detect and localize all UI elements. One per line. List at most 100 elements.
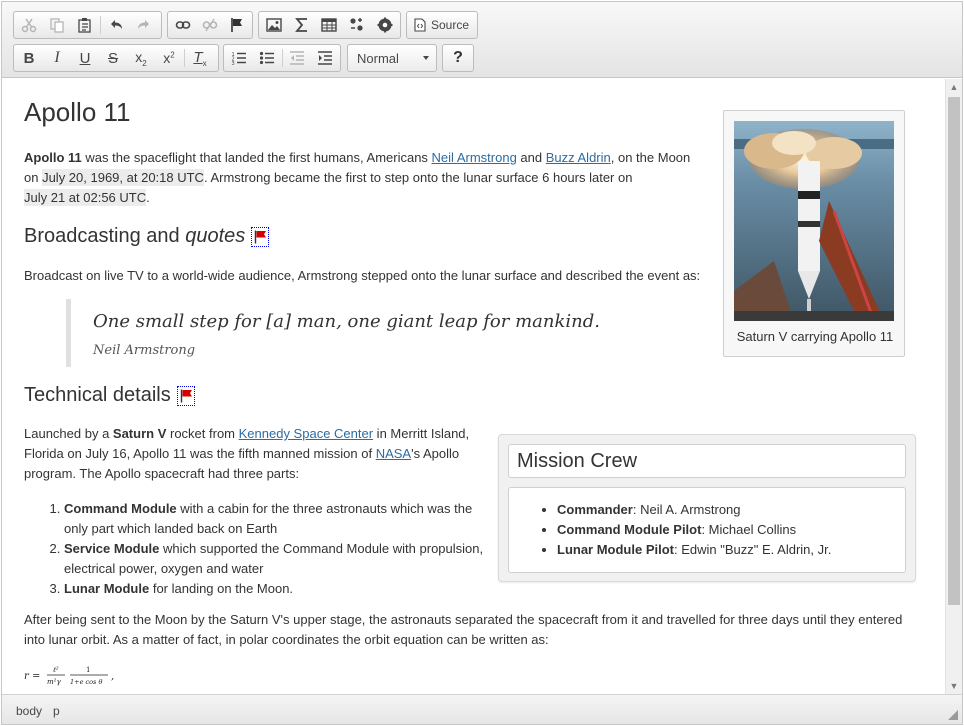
launch-text: program. The Apollo spacecraft had three…	[24, 466, 300, 481]
unlink-icon	[202, 18, 218, 32]
indent-button[interactable]	[311, 46, 339, 70]
paste-button[interactable]	[71, 13, 99, 37]
numbered-list-icon: 123	[231, 52, 246, 66]
date-moonwalk: July 21 at 02:56 UTC	[24, 189, 147, 206]
element-path-bar: body p	[2, 694, 962, 724]
launch-strong: Saturn V	[112, 426, 167, 441]
heading-broadcasting-text: Broadcasting and quotes	[24, 225, 245, 248]
intro-text: , on the Moon	[610, 150, 691, 165]
crew-member: Commander: Neil A. Armstrong	[557, 500, 831, 520]
undo-button[interactable]	[102, 13, 130, 37]
formula-num2: 1	[86, 666, 90, 674]
bold-icon: B	[23, 49, 35, 67]
crew-role: Lunar Module Pilot	[557, 542, 674, 557]
scroll-up-icon[interactable]: ▲	[946, 79, 962, 95]
crew-name: : Michael Collins	[701, 522, 797, 537]
link-buzz-aldrin[interactable]: Buzz Aldrin	[546, 150, 611, 165]
resize-handle-icon[interactable]	[948, 710, 958, 720]
list-item: Lunar Module for landing on the Moon.	[64, 579, 494, 599]
intro-strong: Apollo 11	[24, 150, 82, 165]
vertical-scrollbar[interactable]: ▲ ▼	[945, 79, 962, 694]
source-button[interactable]: Source	[408, 13, 475, 37]
underline-icon: U	[79, 49, 91, 67]
crew-title[interactable]: Mission Crew	[508, 444, 906, 478]
source-code-icon	[414, 18, 426, 32]
crew-name: : Neil A. Armstrong	[632, 502, 741, 517]
list-item-text: for landing on the Moon.	[149, 581, 294, 596]
special-char-button[interactable]	[343, 13, 371, 37]
intro-text: on	[24, 170, 43, 185]
redo-button[interactable]	[130, 13, 158, 37]
superscript-button[interactable]: x2	[155, 46, 183, 70]
crew-role: Command Module Pilot	[557, 522, 702, 537]
outdent-button[interactable]	[283, 46, 311, 70]
crew-member: Command Module Pilot: Michael Collins	[557, 520, 831, 540]
toolbar-separator	[281, 49, 283, 67]
flag-icon	[231, 18, 243, 32]
orbit-text: After being sent to the Moon by the Satu…	[24, 612, 903, 627]
link-neil-armstrong[interactable]: Neil Armstrong	[432, 150, 517, 165]
link-group	[167, 11, 253, 39]
help-button[interactable]: ?	[444, 46, 472, 70]
numbered-list-button[interactable]: 123	[225, 46, 253, 70]
bold-button[interactable]: B	[15, 46, 43, 70]
image-figure[interactable]: Saturn V carrying Apollo 11	[723, 110, 905, 357]
scroll-down-icon[interactable]: ▼	[946, 678, 962, 694]
heading-technical-text: Technical details	[24, 384, 171, 406]
heading-text: Broadcasting and	[24, 225, 186, 247]
subscript-button[interactable]: x2	[127, 46, 155, 70]
image-button[interactable]	[260, 13, 288, 37]
indent-icon	[318, 51, 333, 65]
table-button[interactable]	[316, 13, 344, 37]
link-button[interactable]	[169, 13, 196, 37]
rich-text-editor: Source B I U S x2 x2 Tx 123 Normal ? Apo…	[1, 1, 963, 725]
outdent-icon	[290, 51, 305, 65]
editor-content[interactable]: Apollo 11 Apollo 11 was the spaceflight …	[2, 79, 945, 694]
link-nasa[interactable]: NASA	[376, 446, 411, 461]
anchor-button[interactable]	[224, 13, 251, 37]
image-icon	[266, 18, 282, 32]
launch-text: rocket from	[166, 426, 239, 441]
underline-button[interactable]: U	[71, 46, 99, 70]
list-item-title: Service Module	[64, 541, 160, 556]
toolbar-separator	[184, 49, 185, 67]
broadcast-paragraph: Broadcast on live TV to a world-wide aud…	[24, 268, 701, 283]
strikethrough-button[interactable]: S	[99, 46, 127, 70]
launch-text: 's Apollo	[411, 446, 460, 461]
italic-button[interactable]: I	[43, 46, 71, 70]
cut-button[interactable]	[15, 13, 43, 37]
plugin-button[interactable]	[371, 13, 399, 37]
breadcrumb-p[interactable]: p	[53, 704, 60, 718]
math-formula[interactable]: r = ℓ² m²γ 1 1+e cos θ ,	[24, 663, 134, 692]
copy-button[interactable]	[43, 13, 71, 37]
link-kennedy-space-center[interactable]: Kennedy Space Center	[239, 426, 373, 441]
breadcrumb-body[interactable]: body	[16, 704, 42, 718]
page-title: Apollo 11	[24, 97, 131, 127]
spacecraft-parts-list: Command Module with a cabin for the thre…	[24, 499, 494, 599]
math-button[interactable]	[288, 13, 316, 37]
insert-group	[258, 11, 401, 39]
remove-format-button[interactable]: Tx	[186, 46, 214, 70]
launch-text: Launched by a	[24, 426, 113, 441]
list-item: Command Module with a cabin for the thre…	[64, 499, 494, 539]
intro-text: was the spaceflight that landed the firs…	[81, 150, 432, 165]
intro-text: . Armstrong became the first to step ont…	[203, 170, 633, 185]
omega-icon	[350, 18, 363, 31]
help-icon: ?	[453, 49, 463, 66]
intro-text: and	[516, 150, 546, 165]
list-item-title: Lunar Module	[64, 581, 150, 596]
crew-body[interactable]: Commander: Neil A. Armstrong Command Mod…	[508, 487, 906, 573]
format-dropdown[interactable]: Normal	[347, 44, 437, 72]
format-dropdown-value: Normal	[357, 50, 399, 66]
source-button-label: Source	[431, 18, 470, 32]
copy-icon	[50, 18, 64, 33]
anchor-marker[interactable]	[176, 385, 195, 406]
crew-name: : Edwin "Buzz" E. Aldrin, Jr.	[674, 542, 832, 557]
unlink-button[interactable]	[196, 13, 223, 37]
strikethrough-icon: S	[107, 49, 118, 67]
scrollbar-thumb[interactable]	[948, 97, 960, 605]
mission-crew-widget[interactable]: Mission Crew Commander: Neil A. Armstron…	[498, 434, 916, 582]
anchor-marker[interactable]	[251, 226, 270, 247]
bulleted-list-button[interactable]	[253, 46, 281, 70]
svg-text:3: 3	[231, 61, 234, 66]
